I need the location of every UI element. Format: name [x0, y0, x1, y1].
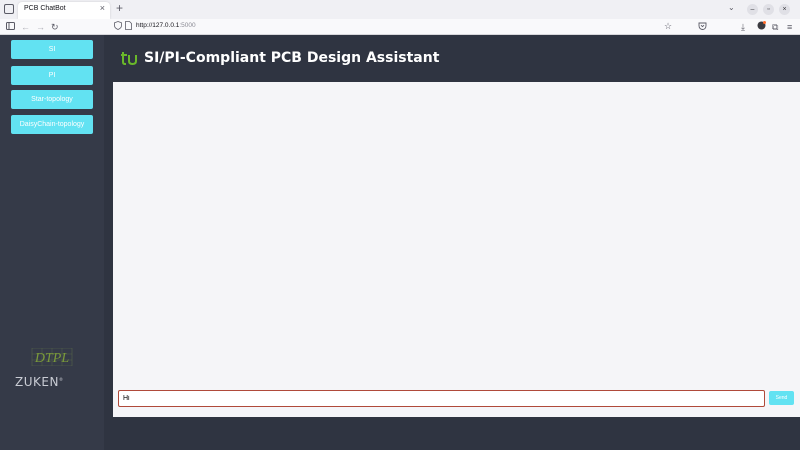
new-tab-button[interactable]: + — [116, 2, 123, 14]
url-text[interactable]: http://127.0.0.1:5000 — [136, 22, 196, 29]
download-icon[interactable]: ⤓ — [741, 21, 745, 33]
pocket-icon[interactable] — [698, 21, 707, 33]
bookmark-star-icon[interactable]: ☆ — [664, 20, 672, 32]
menu-icon[interactable]: ≡ — [787, 21, 792, 33]
send-button[interactable]: Send — [769, 391, 794, 405]
extensions-icon[interactable]: ⧉ — [772, 21, 778, 33]
reload-icon[interactable]: ↻ — [51, 21, 59, 33]
account-icon[interactable] — [757, 21, 766, 33]
chat-input-bar: Send — [113, 382, 800, 417]
sidebar: SI PI Star-topology DaisyChain-topology … — [0, 35, 104, 450]
close-window-button[interactable]: × — [779, 4, 790, 15]
page-icon — [125, 21, 132, 33]
tu-logo-icon — [121, 51, 139, 70]
minimize-button[interactable]: – — [747, 4, 758, 15]
zuken-logo: ZUKEN® — [15, 375, 64, 389]
tab-close-icon[interactable]: × — [100, 4, 105, 13]
tab-title: PCB ChatBot — [24, 5, 66, 12]
back-icon[interactable]: ← — [21, 21, 30, 33]
dtpl-logo: DTPL — [26, 347, 78, 367]
tab-list-icon[interactable]: ⌄ — [728, 3, 735, 12]
shield-icon[interactable] — [114, 21, 122, 33]
main-panel: SI/PI-Compliant PCB Design Assistant Sen… — [104, 35, 800, 450]
sidebar-toggle-icon[interactable] — [6, 21, 15, 33]
page-title: SI/PI-Compliant PCB Design Assistant — [144, 50, 440, 66]
chat-messages-area — [113, 82, 800, 417]
sidebar-item-si[interactable]: SI — [11, 40, 93, 59]
sidebar-item-pi[interactable]: PI — [11, 66, 93, 85]
sidebar-item-daisychain-topology[interactable]: DaisyChain-topology — [11, 115, 93, 134]
url-bar[interactable]: http://127.0.0.1:5000 ☆ — [110, 20, 676, 34]
svg-text:DTPL: DTPL — [34, 351, 69, 366]
forward-icon[interactable]: → — [36, 21, 45, 33]
firefox-view-icon[interactable] — [4, 4, 14, 14]
chat-input[interactable] — [118, 390, 765, 407]
maximize-button[interactable]: ▫ — [763, 4, 774, 15]
browser-tab[interactable]: PCB ChatBot × — [18, 2, 110, 19]
sidebar-item-star-topology[interactable]: Star-topology — [11, 90, 93, 109]
browser-tab-bar: PCB ChatBot × + ⌄ – ▫ × — [0, 0, 800, 19]
browser-nav-bar: ← → ↻ http://127.0.0.1:5000 ☆ ⤓ ⧉ ≡ — [0, 19, 800, 35]
